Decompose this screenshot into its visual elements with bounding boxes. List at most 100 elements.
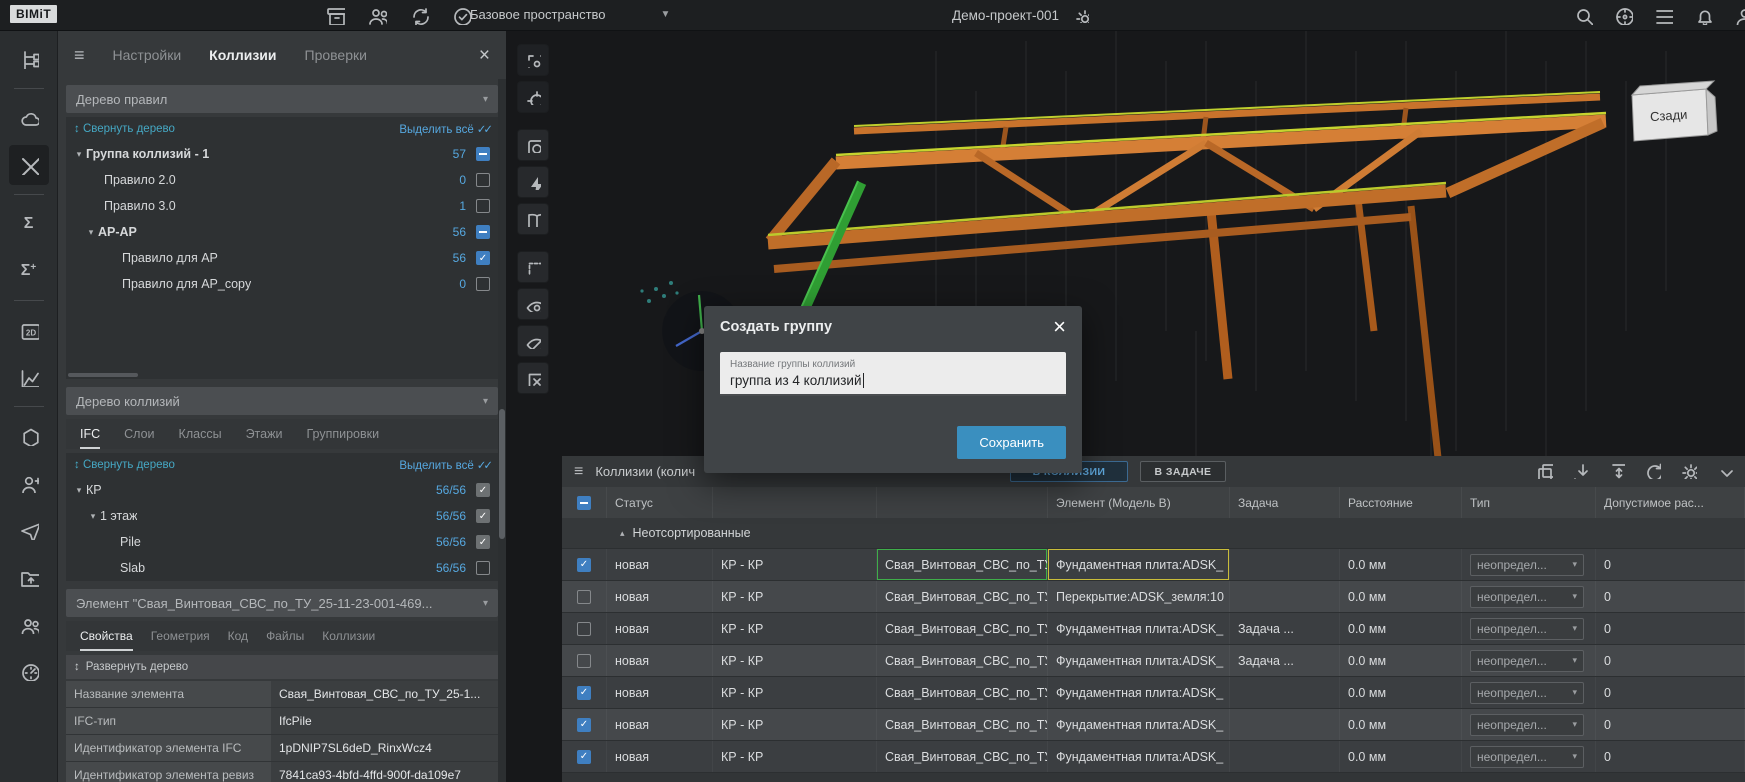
cell-tolerance[interactable]: 0 — [1596, 549, 1745, 580]
cell-tolerance[interactable]: 0 — [1596, 677, 1745, 708]
group-row[interactable]: ▴ Неотсортированные — [562, 518, 1745, 549]
node-checkbox[interactable] — [476, 251, 490, 265]
cell-element-b[interactable]: Перекрытие:ADSK_земля:10 — [1048, 581, 1230, 612]
cell-task[interactable] — [1230, 677, 1340, 708]
cell-element-a[interactable]: Свая_Винтовая_СВС_по_ТУ_ — [877, 549, 1048, 580]
type-select[interactable]: неопредел...▾ — [1470, 682, 1584, 704]
check-circle-icon[interactable] — [451, 5, 471, 25]
table-menu-icon[interactable]: ≡ — [574, 463, 583, 481]
node-checkbox[interactable] — [476, 277, 490, 291]
tree-node[interactable]: ▾ АР-АР 56 — [66, 219, 498, 245]
expand-triangle-icon[interactable]: ▾ — [72, 149, 86, 160]
tab-floors[interactable]: Этажи — [246, 427, 283, 449]
folder-export-icon[interactable] — [9, 557, 49, 597]
tab-properties[interactable]: Свойства — [80, 629, 133, 651]
node-checkbox[interactable] — [476, 199, 490, 213]
rules-tree-header[interactable]: Дерево правил ▾ — [66, 85, 498, 113]
node-checkbox[interactable] — [476, 561, 490, 575]
cell-element-b[interactable]: Фундаментная плита:ADSK_ — [1048, 709, 1230, 740]
expand-triangle-icon[interactable]: ▾ — [84, 227, 98, 238]
model-tree-icon[interactable] — [9, 39, 49, 79]
expand-triangle-icon[interactable]: ▾ — [86, 511, 100, 522]
tab-files[interactable]: Файлы — [266, 629, 304, 651]
location-icon[interactable] — [1613, 5, 1633, 25]
close-icon[interactable]: × — [1053, 318, 1066, 336]
row-checkbox[interactable] — [577, 590, 591, 604]
table-row[interactable]: новая КР - КР Свая_Винтовая_СВС_по_ТУ_ Ф… — [562, 549, 1745, 581]
workspace-selector[interactable]: Базовое пространство ▼ — [470, 7, 670, 22]
cell-task[interactable] — [1230, 581, 1340, 612]
hide-icon[interactable] — [517, 325, 549, 357]
node-checkbox[interactable] — [476, 225, 490, 239]
collisions-icon[interactable] — [9, 145, 49, 185]
cloud-icon[interactable] — [9, 98, 49, 138]
collapse-group-icon[interactable]: ▴ — [620, 528, 625, 539]
tree-node[interactable]: ▾ Группа коллизий - 1 57 — [66, 141, 498, 167]
tree-node[interactable]: Pile 56/56 — [66, 529, 498, 555]
gear-icon[interactable] — [1073, 7, 1089, 23]
table-row[interactable]: новая КР - КР Свая_Винтовая_СВС_по_ТУ_ Ф… — [562, 709, 1745, 741]
element-section-header[interactable]: Элемент "Свая_Винтовая_СВС_по_ТУ_25-11-2… — [66, 589, 498, 617]
select-all-link[interactable]: Выделить всё✓✓ — [399, 458, 490, 472]
search-icon[interactable] — [1573, 5, 1593, 25]
tree-node[interactable]: ▾ КР 56/56 — [66, 477, 498, 503]
sum-icon[interactable]: Σ — [9, 204, 49, 244]
plugin-icon[interactable] — [9, 416, 49, 456]
send-icon[interactable] — [9, 510, 49, 550]
split-view-icon[interactable] — [517, 203, 549, 235]
tree-node[interactable]: Правило 2.0 0 — [66, 167, 498, 193]
cell-tolerance[interactable]: 0 — [1596, 645, 1745, 676]
tab-settings[interactable]: Настройки — [113, 47, 182, 63]
row-checkbox[interactable] — [577, 622, 591, 636]
view-cube[interactable]: Сзади — [1632, 81, 1717, 141]
users-icon[interactable] — [367, 5, 387, 25]
type-select[interactable]: неопредел...▾ — [1470, 618, 1584, 640]
tree-node[interactable]: Slab 56/56 — [66, 555, 498, 581]
tab-collisions[interactable]: Коллизии — [209, 47, 276, 63]
select-all-link[interactable]: Выделить всё✓✓ — [399, 122, 490, 136]
row-checkbox[interactable] — [577, 654, 591, 668]
hide-box-icon[interactable] — [517, 362, 549, 394]
cell-element-a[interactable]: Свая_Винтовая_СВС_по_ТУ_ — [877, 581, 1048, 612]
user-add-icon[interactable] — [9, 463, 49, 503]
download-icon[interactable] — [1571, 461, 1589, 479]
type-select[interactable]: неопредел...▾ — [1470, 650, 1584, 672]
tab-code[interactable]: Код — [228, 629, 248, 651]
col-status[interactable]: Статус — [607, 487, 713, 518]
show-icon[interactable] — [517, 288, 549, 320]
collapse-panel-icon[interactable] — [1715, 461, 1733, 479]
isolate-icon[interactable] — [517, 251, 549, 283]
select-all-checkbox[interactable] — [577, 496, 591, 510]
group-name-input[interactable]: Название группы коллизий группа из 4 кол… — [720, 352, 1066, 396]
tab-element-collisions[interactable]: Коллизии — [322, 629, 375, 651]
tree-node[interactable]: Правило для АР_copy 0 — [66, 271, 498, 297]
tab-ifc[interactable]: IFC — [80, 427, 100, 449]
col-tolerance[interactable]: Допустимое рас... — [1596, 487, 1745, 518]
save-button[interactable]: Сохранить — [957, 426, 1066, 459]
expand-tree-link[interactable]: ↕ Развернуть дерево — [66, 655, 498, 679]
type-select[interactable]: неопредел...▾ — [1470, 714, 1584, 736]
cell-task[interactable] — [1230, 549, 1340, 580]
tab-layers[interactable]: Слои — [124, 427, 154, 449]
users-group-icon[interactable] — [9, 604, 49, 644]
cell-task[interactable]: Задача ... — [1230, 645, 1340, 676]
section-box-icon[interactable] — [517, 44, 549, 76]
avatar-icon[interactable] — [1733, 5, 1745, 25]
table-row[interactable]: новая КР - КР Свая_Винтовая_СВС_по_ТУ_ Ф… — [562, 613, 1745, 645]
cell-element-b[interactable]: Фундаментная плита:ADSK_ — [1048, 549, 1230, 580]
tree-node[interactable]: Правило для АР 56 — [66, 245, 498, 271]
cell-tolerance[interactable]: 0 — [1596, 613, 1745, 644]
cell-task[interactable]: Задача ... — [1230, 613, 1340, 644]
duplicate-icon[interactable] — [1535, 461, 1553, 479]
2d-view-icon[interactable]: 2D — [9, 310, 49, 350]
collapse-tree-link[interactable]: ↕ Свернуть дерево — [74, 123, 175, 135]
gauge-icon[interactable] — [9, 651, 49, 691]
chart-icon[interactable] — [9, 357, 49, 397]
col-element-b[interactable]: Элемент (Модель B) — [1048, 487, 1230, 518]
row-checkbox[interactable] — [577, 718, 591, 732]
tab-checks[interactable]: Проверки — [305, 47, 367, 63]
cell-tolerance[interactable]: 0 — [1596, 709, 1745, 740]
cell-element-a[interactable]: Свая_Винтовая_СВС_по_ТУ_ — [877, 613, 1048, 644]
storage-icon[interactable] — [325, 5, 345, 25]
row-checkbox[interactable] — [577, 750, 591, 764]
